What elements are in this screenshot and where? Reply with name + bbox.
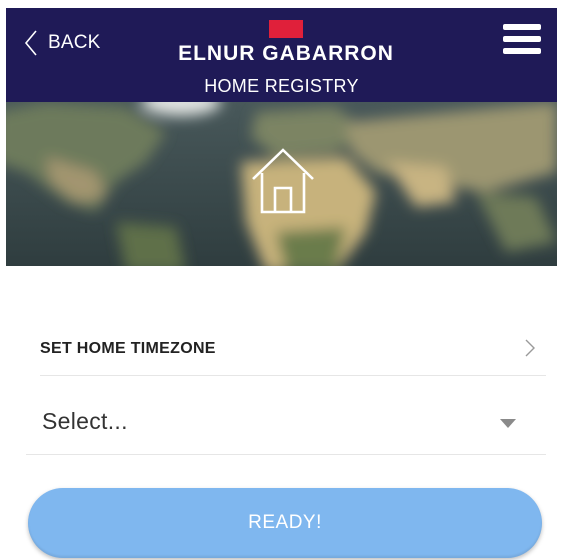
brand-mark [269, 20, 303, 38]
caret-down-icon [500, 419, 516, 428]
house-icon [252, 148, 314, 214]
section-title: SET HOME TIMEZONE [40, 340, 216, 357]
menu-button[interactable] [503, 24, 543, 58]
world-map-banner [6, 102, 557, 266]
select-divider [26, 454, 546, 455]
timezone-select-value: Select... [42, 408, 128, 434]
back-label: BACK [48, 32, 101, 53]
section-divider [40, 375, 546, 376]
hamburger-menu-icon [503, 24, 541, 30]
chevron-left-icon [24, 30, 37, 56]
brand-logo: ELNUR GABARRON [151, 20, 421, 66]
ready-button[interactable]: READY! [28, 488, 542, 558]
brand-name: ELNUR GABARRON [178, 42, 394, 65]
home-registry-screen: BACK ELNUR GABARRON HOME REGISTRY SET HO… [0, 0, 563, 560]
chevron-right-icon[interactable] [524, 338, 536, 358]
page-title: HOME REGISTRY [204, 76, 359, 96]
app-header: BACK ELNUR GABARRON HOME REGISTRY [6, 8, 557, 102]
back-button[interactable]: BACK [24, 28, 101, 58]
timezone-select[interactable]: Select... [26, 392, 546, 452]
